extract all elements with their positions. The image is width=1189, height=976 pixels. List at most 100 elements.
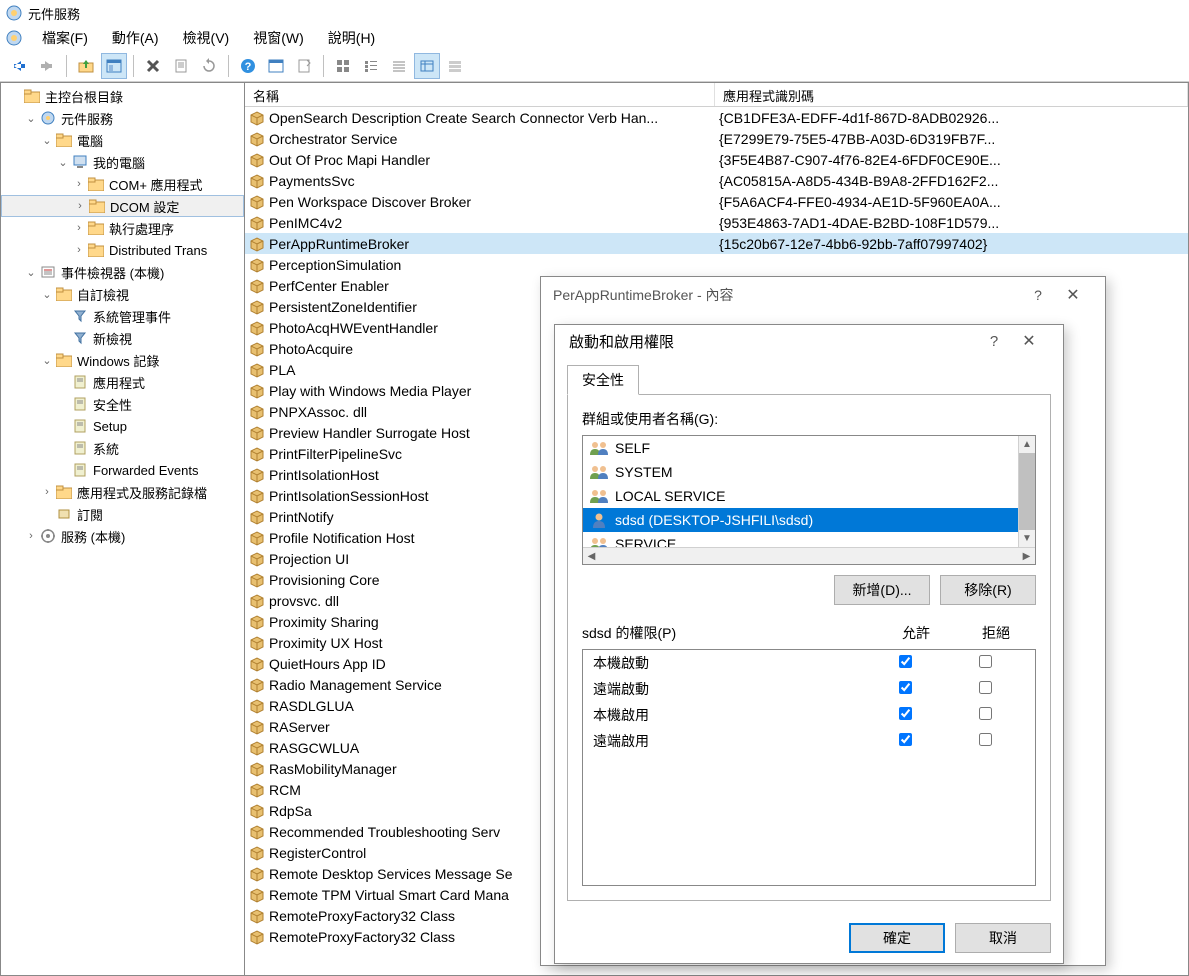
add-button[interactable]: 新增(D)...: [834, 575, 930, 605]
properties-button[interactable]: [168, 53, 194, 79]
allow-checkbox[interactable]: [899, 707, 912, 720]
ok-button[interactable]: 確定: [849, 923, 945, 953]
column-appid[interactable]: 應用程式識別碼: [715, 83, 1188, 106]
row-name: Orchestrator Service: [269, 131, 397, 147]
tree-forwarded-log[interactable]: Forwarded Events: [1, 459, 244, 481]
horizontal-scrollbar[interactable]: ◀ ▶: [583, 547, 1035, 564]
row-name: Projection UI: [269, 551, 349, 567]
tree-windows-logs[interactable]: ⌄ Windows 記錄: [1, 349, 244, 371]
new-window-button[interactable]: [263, 53, 289, 79]
tree-setup-log[interactable]: Setup: [1, 415, 244, 437]
permission-row: 遠端啟動: [583, 676, 1035, 702]
view-small-button[interactable]: [358, 53, 384, 79]
menu-help[interactable]: 說明(H): [318, 26, 385, 50]
tree-services[interactable]: › 服務 (本機): [1, 525, 244, 547]
tree-running-processes[interactable]: › 執行處理序: [1, 217, 244, 239]
tree-root[interactable]: 主控台根目錄: [1, 85, 244, 107]
remove-button[interactable]: 移除(R): [940, 575, 1036, 605]
dialog-titlebar[interactable]: 啟動和啟用權限 ? ✕: [555, 325, 1063, 357]
show-console-button[interactable]: [101, 53, 127, 79]
tree-com-apps[interactable]: › COM+ 應用程式: [1, 173, 244, 195]
allow-checkbox[interactable]: [899, 655, 912, 668]
tab-security[interactable]: 安全性: [567, 365, 639, 395]
list-row[interactable]: OpenSearch Description Create Search Con…: [245, 107, 1188, 128]
dialog-titlebar[interactable]: PerAppRuntimeBroker - 內容 ? ✕: [541, 277, 1105, 313]
tree-application-log[interactable]: 應用程式: [1, 371, 244, 393]
close-icon[interactable]: ✕: [1053, 280, 1093, 310]
scroll-left-icon[interactable]: ◀: [583, 548, 600, 564]
toggle-icon[interactable]: ›: [71, 222, 87, 234]
tree-computers[interactable]: ⌄ 電腦: [1, 129, 244, 151]
toggle-icon[interactable]: ⌄: [39, 354, 55, 367]
list-row[interactable]: Pen Workspace Discover Broker{F5A6ACF4-F…: [245, 191, 1188, 212]
toggle-icon[interactable]: ⌄: [55, 156, 71, 169]
menu-view[interactable]: 檢視(V): [173, 26, 240, 50]
menu-window[interactable]: 視窗(W): [243, 26, 314, 50]
toggle-icon[interactable]: ›: [71, 178, 87, 190]
tree-my-computer[interactable]: ⌄ 我的電腦: [1, 151, 244, 173]
tree-app-service-logs[interactable]: › 應用程式及服務記錄檔: [1, 481, 244, 503]
tree-system-log[interactable]: 系統: [1, 437, 244, 459]
up-folder-button[interactable]: [73, 53, 99, 79]
folder-icon: [88, 198, 106, 214]
nav-forward-button[interactable]: [34, 53, 60, 79]
help-icon[interactable]: ?: [1023, 280, 1053, 310]
row-name: PLA: [269, 362, 295, 378]
column-name[interactable]: 名稱: [245, 83, 715, 106]
user-row[interactable]: SYSTEM: [583, 460, 1035, 484]
nav-back-button[interactable]: [6, 53, 32, 79]
toggle-icon[interactable]: ⌄: [39, 288, 55, 301]
toggle-icon[interactable]: ⌄: [23, 266, 39, 279]
help-icon[interactable]: ?: [979, 326, 1009, 356]
deny-checkbox[interactable]: [979, 733, 992, 746]
tree-distributed-trans[interactable]: › Distributed Trans: [1, 239, 244, 261]
scroll-up-icon[interactable]: ▲: [1019, 436, 1035, 453]
toggle-icon[interactable]: ⌄: [39, 134, 55, 147]
user-row[interactable]: SERVICE: [583, 532, 1035, 547]
tree-component-services[interactable]: ⌄ 元件服務: [1, 107, 244, 129]
help-button[interactable]: ?: [235, 53, 261, 79]
menu-file[interactable]: 檔案(F): [32, 26, 98, 50]
menu-action[interactable]: 動作(A): [102, 26, 169, 50]
deny-checkbox[interactable]: [979, 655, 992, 668]
toggle-icon[interactable]: ›: [23, 530, 39, 542]
scroll-down-icon[interactable]: ▼: [1019, 530, 1035, 547]
toggle-icon[interactable]: ⌄: [23, 112, 39, 125]
toggle-icon[interactable]: ›: [72, 200, 88, 212]
view-details-button[interactable]: [414, 53, 440, 79]
user-row[interactable]: LOCAL SERVICE: [583, 484, 1035, 508]
vertical-scrollbar[interactable]: ▲ ▼: [1018, 436, 1035, 547]
list-row[interactable]: Orchestrator Service{E7299E79-75E5-47BB-…: [245, 128, 1188, 149]
user-row[interactable]: SELF: [583, 436, 1035, 460]
export-button[interactable]: [291, 53, 317, 79]
toggle-icon[interactable]: ›: [71, 244, 87, 256]
tree-security-log[interactable]: 安全性: [1, 393, 244, 415]
tree-new-view[interactable]: 新檢視: [1, 327, 244, 349]
refresh-button[interactable]: [196, 53, 222, 79]
list-row[interactable]: PerceptionSimulation: [245, 254, 1188, 275]
tree-dcom-config[interactable]: › DCOM 設定: [1, 195, 244, 217]
view-tiles-button[interactable]: [442, 53, 468, 79]
list-row[interactable]: PaymentsSvc{AC05815A-A8D5-434B-B9A8-2FFD…: [245, 170, 1188, 191]
tree-subscriptions[interactable]: 訂閱: [1, 503, 244, 525]
delete-button[interactable]: [140, 53, 166, 79]
deny-checkbox[interactable]: [979, 707, 992, 720]
user-list[interactable]: SELFSYSTEMLOCAL SERVICEsdsd (DESKTOP-JSH…: [582, 435, 1036, 565]
list-row[interactable]: Out Of Proc Mapi Handler{3F5E4B87-C907-4…: [245, 149, 1188, 170]
scroll-right-icon[interactable]: ▶: [1018, 548, 1035, 564]
allow-checkbox[interactable]: [899, 681, 912, 694]
list-row[interactable]: PenIMC4v2{953E4863-7AD1-4DAE-B2BD-108F1D…: [245, 212, 1188, 233]
cancel-button[interactable]: 取消: [955, 923, 1051, 953]
deny-checkbox[interactable]: [979, 681, 992, 694]
tree-event-viewer[interactable]: ⌄ 事件檢視器 (本機): [1, 261, 244, 283]
row-name: RegisterControl: [269, 845, 366, 861]
user-row[interactable]: sdsd (DESKTOP-JSHFILI\sdsd): [583, 508, 1035, 532]
tree-admin-events[interactable]: 系統管理事件: [1, 305, 244, 327]
view-large-button[interactable]: [330, 53, 356, 79]
close-icon[interactable]: ✕: [1009, 326, 1049, 356]
tree-custom-views[interactable]: ⌄ 自訂檢視: [1, 283, 244, 305]
view-list-button[interactable]: [386, 53, 412, 79]
allow-checkbox[interactable]: [899, 733, 912, 746]
toggle-icon[interactable]: ›: [39, 486, 55, 498]
list-row[interactable]: PerAppRuntimeBroker{15c20b67-12e7-4bb6-9…: [245, 233, 1188, 254]
